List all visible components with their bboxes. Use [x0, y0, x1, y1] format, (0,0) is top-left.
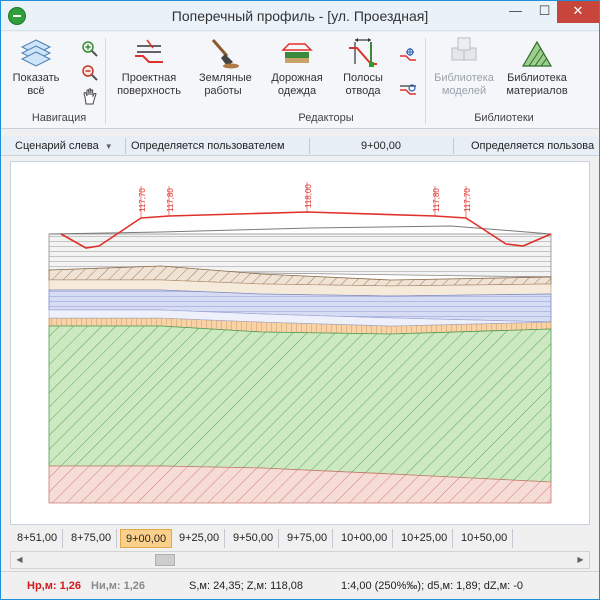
station-value: 9+00,00	[360, 140, 402, 152]
minimize-button[interactable]: —	[501, 1, 530, 23]
picket-tab[interactable]: 10+50,00	[456, 529, 514, 548]
info-separator	[309, 138, 310, 154]
elevation-label: 117,70	[138, 188, 147, 212]
design-surface-button[interactable]: Проектная поверхность	[111, 36, 187, 98]
pavement-icon	[281, 43, 313, 63]
section-info-bar: Сценарий слева ▼ Определяется пользовател…	[1, 136, 599, 156]
scenario-dropdown[interactable]: Сценарий слева ▼	[15, 136, 123, 156]
ribbon-separator	[425, 38, 426, 124]
cross-section-canvas[interactable]: 117,70 117,80 118,00 117,80 117,70	[10, 161, 590, 525]
picket-tab-active[interactable]: 9+00,00	[120, 529, 173, 548]
elevation-label: 117,80	[432, 188, 441, 212]
user-defined-right: Определяется пользова	[471, 140, 595, 152]
cubes-icon	[451, 37, 477, 61]
info-separator	[453, 138, 454, 154]
road-pavement-label: Дорожная одежда	[271, 72, 323, 97]
elevation-label: 118,00	[304, 184, 313, 208]
picket-tab[interactable]: 8+51,00	[12, 529, 64, 548]
show-all-button[interactable]: Показать всё	[7, 36, 65, 98]
zoom-in-icon[interactable]	[81, 40, 99, 58]
title-bar: Поперечный профиль - [ул. Проездная] — ☐…	[1, 1, 599, 31]
picket-tab[interactable]: 10+00,00	[336, 529, 394, 548]
surface-icon	[135, 39, 163, 63]
material-library-button[interactable]: Библиотека материалов	[501, 36, 573, 98]
status-hr: Нр,м: 1,26	[27, 580, 81, 592]
model-library-label: Библиотека моделей	[434, 72, 494, 97]
point-edit-icon[interactable]	[399, 46, 417, 64]
layers-icon	[20, 39, 52, 67]
road-pavement-button[interactable]: Дорожная одежда	[259, 36, 335, 98]
close-button[interactable]: ✕	[557, 1, 599, 23]
picket-tab[interactable]: 9+75,00	[282, 529, 334, 548]
horizontal-scrollbar[interactable]: ◀ ▶	[10, 551, 590, 569]
ribbon-separator	[105, 38, 106, 124]
model-library-button[interactable]: Библиотека моделей	[429, 36, 499, 98]
shovel-icon	[211, 39, 239, 69]
group-navigation-label: Навигация	[31, 112, 87, 124]
scroll-thumb[interactable]	[155, 554, 175, 566]
status-scale: 1:4,00 (250%‰); d5,м: 1,89; dZ,м: -0	[341, 580, 524, 592]
picket-tabs: 8+51,00 8+75,00 9+00,00 9+25,00 9+50,00 …	[10, 527, 590, 549]
zoom-out-icon[interactable]	[81, 64, 99, 82]
group-libraries-label: Библиотеки	[474, 112, 534, 124]
chevron-down-icon: ▼	[104, 142, 113, 151]
boundary-icon	[349, 38, 377, 67]
group-editors-label: Редакторы	[298, 112, 354, 124]
scroll-right-icon[interactable]: ▶	[572, 552, 589, 568]
earthworks-button[interactable]: Земляные работы	[191, 36, 255, 98]
soil-layer-green	[48, 325, 552, 483]
picket-tab[interactable]: 10+25,00	[396, 529, 454, 548]
status-sz: S,м: 24,35; Z,м: 118,08	[189, 580, 303, 592]
hand-icon[interactable]	[81, 88, 99, 106]
maximize-button[interactable]: ☐	[530, 1, 559, 23]
material-library-label: Библиотека материалов	[506, 72, 568, 97]
line-edit-icon[interactable]	[399, 80, 417, 98]
earthworks-label: Земляные работы	[199, 72, 252, 97]
right-of-way-button[interactable]: Полосы отвода	[335, 36, 391, 98]
picket-tab[interactable]: 8+75,00	[66, 529, 118, 548]
design-surface-label: Проектная поверхность	[117, 72, 181, 97]
user-defined-left: Определяется пользователем	[131, 140, 285, 152]
right-of-way-label: Полосы отвода	[343, 72, 383, 97]
picket-tab[interactable]: 9+50,00	[228, 529, 280, 548]
hatch-icon	[521, 40, 553, 67]
elevation-label: 117,70	[463, 188, 472, 212]
picket-tab[interactable]: 9+25,00	[174, 529, 226, 548]
scroll-left-icon[interactable]: ◀	[11, 552, 28, 568]
show-all-label: Показать всё	[12, 72, 60, 97]
ribbon-toolbar: Показать всё Проектная поверхность Земля…	[1, 32, 599, 129]
app-window: Поперечный профиль - [ул. Проездная] — ☐…	[0, 0, 600, 600]
status-bar: Нр,м: 1,26 Ни,м: 1,26 S,м: 24,35; Z,м: 1…	[1, 571, 599, 599]
status-hi: Ни,м: 1,26	[91, 580, 146, 592]
elevation-label: 117,80	[166, 188, 175, 212]
info-separator	[125, 138, 126, 154]
scenario-value: Сценарий слева	[15, 140, 99, 152]
cross-section-drawing: 117,70 117,80 118,00 117,80 117,70	[48, 182, 552, 504]
